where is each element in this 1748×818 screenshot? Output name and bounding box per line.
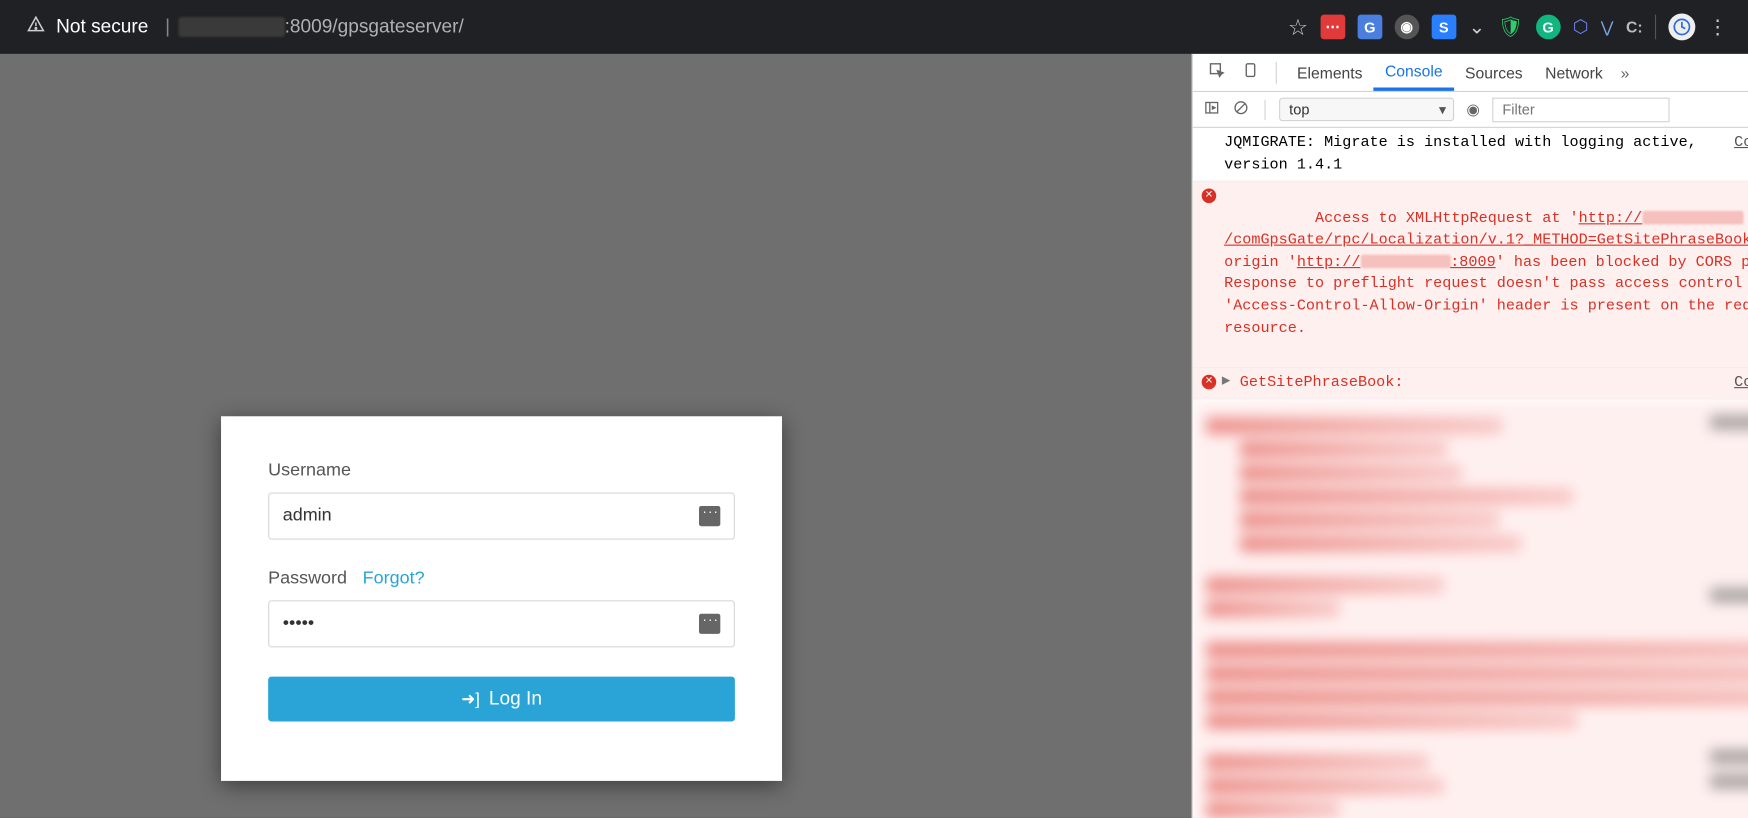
console-error-row[interactable]: ✕ ▶ GetSitePhraseBook: Core.js?v=5.0.0.3… bbox=[1193, 368, 1748, 400]
login-button-label: Log In bbox=[489, 688, 542, 710]
log-message: JQMIGRATE: Migrate is installed with log… bbox=[1224, 132, 1734, 176]
log-message: Access to XMLHttpRequest at 'http:///com… bbox=[1224, 186, 1748, 362]
login-card: Username Password Forgot? ➜] Log In bbox=[221, 416, 782, 781]
username-label: Username bbox=[268, 461, 735, 481]
bookmark-star-icon[interactable]: ☆ bbox=[1288, 13, 1308, 41]
browser-address-bar: Not secure | :8009/gpsgateserver/ ☆ ⋯ G … bbox=[0, 0, 1748, 54]
grammarly-icon[interactable]: G bbox=[1536, 15, 1561, 40]
username-input[interactable] bbox=[283, 506, 699, 526]
url-path[interactable]: :8009/gpsgateserver/ bbox=[285, 16, 464, 38]
inspect-icon[interactable] bbox=[1205, 62, 1227, 83]
log-source-link[interactable]: Core.js?v=5.0.0.3333:229 bbox=[1734, 132, 1748, 176]
tab-elements[interactable]: Elements bbox=[1286, 54, 1374, 91]
redacted-error-block bbox=[1193, 400, 1748, 818]
tab-console[interactable]: Console bbox=[1374, 54, 1454, 91]
security-label[interactable]: Not secure bbox=[56, 16, 148, 38]
log-message: GetSitePhraseBook: bbox=[1224, 372, 1734, 394]
devtools-panel: Elements Console Sources Network » ✕ 11 … bbox=[1192, 54, 1748, 818]
tabs-overflow-icon[interactable]: » bbox=[1621, 63, 1630, 81]
login-button[interactable]: ➜] Log In bbox=[268, 677, 735, 722]
extension-icon[interactable]: ◉ bbox=[1394, 15, 1419, 40]
browser-menu-icon[interactable]: ⋮ bbox=[1708, 15, 1728, 39]
extension-icon[interactable]: ⋁ bbox=[1601, 17, 1614, 36]
password-label: Password bbox=[268, 569, 347, 589]
console-log-list: JQMIGRATE: Migrate is installed with log… bbox=[1193, 128, 1748, 818]
tab-sources[interactable]: Sources bbox=[1454, 54, 1534, 91]
not-secure-icon bbox=[27, 15, 45, 39]
password-input[interactable] bbox=[283, 614, 699, 634]
sidebar-toggle-icon[interactable] bbox=[1202, 100, 1222, 119]
forgot-link[interactable]: Forgot? bbox=[363, 569, 425, 589]
clear-console-icon[interactable] bbox=[1231, 100, 1251, 119]
page-content: Username Password Forgot? ➜] Log In bbox=[0, 54, 1192, 818]
extension-icon[interactable]: S bbox=[1431, 15, 1456, 40]
extension-row: ☆ ⋯ G ◉ S ⌄ 🛡 G ⬡ ⋁ C: ⋮ bbox=[1288, 13, 1737, 41]
expand-caret-icon[interactable]: ▶ bbox=[1222, 374, 1231, 390]
tab-network[interactable]: Network bbox=[1534, 54, 1614, 91]
keyboard-icon[interactable] bbox=[699, 614, 720, 634]
log-source-link[interactable]: Core.js?v=5.0.0.3333:397 bbox=[1734, 372, 1748, 394]
error-icon: ✕ bbox=[1202, 189, 1217, 204]
device-toggle-icon[interactable] bbox=[1239, 62, 1261, 83]
url-host-redacted bbox=[178, 17, 285, 37]
extension-icon[interactable]: C: bbox=[1626, 18, 1643, 36]
console-log-row[interactable]: JQMIGRATE: Migrate is installed with log… bbox=[1193, 128, 1748, 182]
password-input-wrap[interactable] bbox=[268, 600, 735, 647]
console-filter-input[interactable] bbox=[1492, 97, 1669, 122]
console-toolbar: top ◉ Default levels▼ ⚙ bbox=[1193, 92, 1748, 128]
console-error-row[interactable]: ✕ Access to XMLHttpRequest at 'http:///c… bbox=[1193, 182, 1748, 368]
translate-icon[interactable]: G bbox=[1357, 15, 1382, 40]
pocket-icon[interactable]: ⌄ bbox=[1468, 15, 1485, 39]
shield-icon[interactable]: 🛡 bbox=[1498, 15, 1524, 39]
profile-avatar-icon[interactable] bbox=[1668, 13, 1695, 40]
login-arrow-icon: ➜] bbox=[461, 689, 480, 709]
error-icon: ✕ bbox=[1202, 374, 1217, 389]
keyboard-icon[interactable] bbox=[699, 506, 720, 526]
username-input-wrap[interactable] bbox=[268, 493, 735, 540]
extension-icon[interactable]: ⋯ bbox=[1320, 15, 1345, 40]
context-selector[interactable]: top bbox=[1279, 98, 1454, 122]
live-expression-icon[interactable]: ◉ bbox=[1463, 100, 1483, 119]
extension-icon[interactable]: ⬡ bbox=[1573, 16, 1589, 38]
devtools-tabbar: Elements Console Sources Network » ✕ 11 … bbox=[1193, 54, 1748, 92]
